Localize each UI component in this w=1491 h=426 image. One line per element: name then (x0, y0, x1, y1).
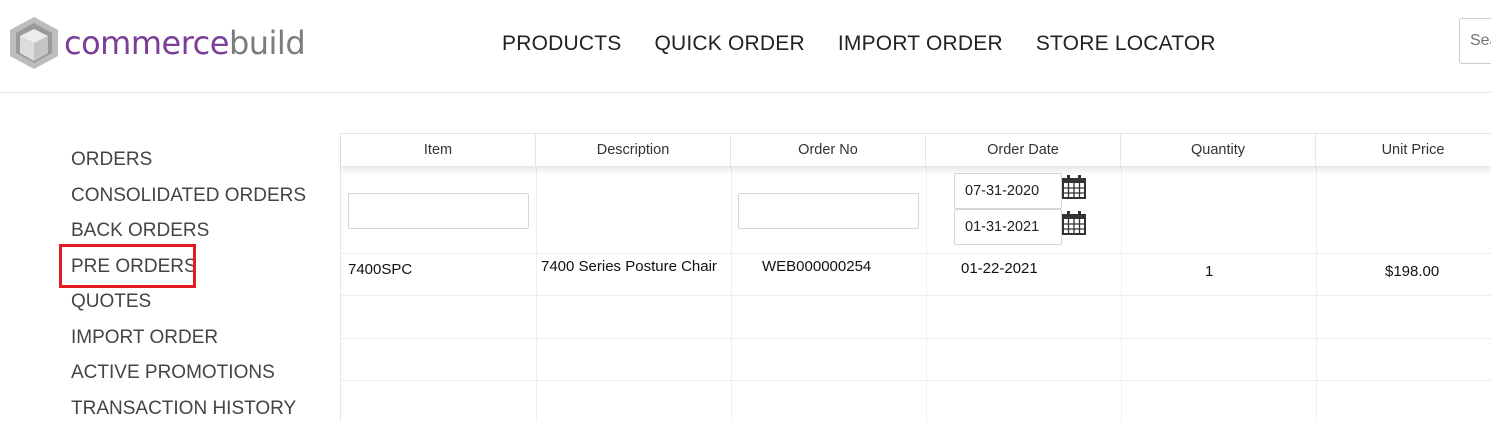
brand-name-part1: commerce (64, 24, 229, 62)
brand-name-part2: build (229, 24, 305, 62)
sidebar-item-consolidated-orders[interactable]: CONSOLIDATED ORDERS (71, 178, 306, 214)
brand-logo[interactable]: commercebuild (8, 14, 305, 72)
row-divider (341, 295, 1491, 296)
sidebar-item-import-order[interactable]: IMPORT ORDER (71, 320, 306, 356)
nav-quick-order[interactable]: QUICK ORDER (654, 32, 804, 56)
date-to-input[interactable]: 01-31-2021 (954, 209, 1062, 245)
date-from-input[interactable]: 07-31-2020 (954, 173, 1062, 209)
column-divider (731, 166, 732, 422)
item-filter-input[interactable] (348, 193, 529, 229)
pre-orders-highlight-box (59, 244, 196, 288)
cell-unit-price: $198.00 (1385, 263, 1439, 280)
main-nav: PRODUCTS QUICK ORDER IMPORT ORDER STORE … (502, 32, 1216, 56)
search-input[interactable] (1460, 19, 1491, 63)
column-header-order-date[interactable]: Order Date (926, 134, 1121, 166)
calendar-icon[interactable] (1062, 175, 1086, 199)
brand-wordmark: commercebuild (64, 27, 305, 59)
order-no-filter-input[interactable] (738, 193, 919, 229)
column-header-item[interactable]: Item (341, 134, 536, 166)
column-header-description[interactable]: Description (536, 134, 731, 166)
cube-logo-icon (8, 15, 60, 71)
column-header-order-no[interactable]: Order No (731, 134, 926, 166)
orders-table: Item Description Order No Order Date Qua… (340, 133, 1491, 422)
sidebar-item-active-promotions[interactable]: ACTIVE PROMOTIONS (71, 355, 306, 391)
sidebar-item-quotes[interactable]: QUOTES (71, 284, 306, 320)
calendar-icon[interactable] (1062, 211, 1086, 235)
cell-order-date: 01-22-2021 (961, 260, 1038, 277)
table-header: Item Description Order No Order Date Qua… (341, 134, 1491, 166)
cell-item: 7400SPC (348, 261, 412, 278)
cell-quantity: 1 (1205, 263, 1213, 280)
column-divider (926, 166, 927, 422)
column-divider (536, 166, 537, 422)
row-divider (341, 338, 1491, 339)
column-divider (1316, 166, 1317, 422)
cell-order-no[interactable]: WEB000000254 (762, 258, 871, 275)
row-divider (341, 253, 1491, 254)
row-divider (341, 380, 1491, 381)
column-header-unit-price[interactable]: Unit Price (1316, 134, 1491, 166)
nav-products[interactable]: PRODUCTS (502, 32, 621, 56)
sidebar-item-orders[interactable]: ORDERS (71, 142, 306, 178)
site-header: commercebuild PRODUCTS QUICK ORDER IMPOR… (0, 0, 1491, 93)
column-divider (1121, 166, 1122, 422)
column-header-quantity[interactable]: Quantity (1121, 134, 1316, 166)
cell-description: 7400 Series Posture Chair (541, 258, 717, 275)
search-box (1459, 18, 1491, 64)
nav-import-order[interactable]: IMPORT ORDER (838, 32, 1003, 56)
nav-store-locator[interactable]: STORE LOCATOR (1036, 32, 1216, 56)
